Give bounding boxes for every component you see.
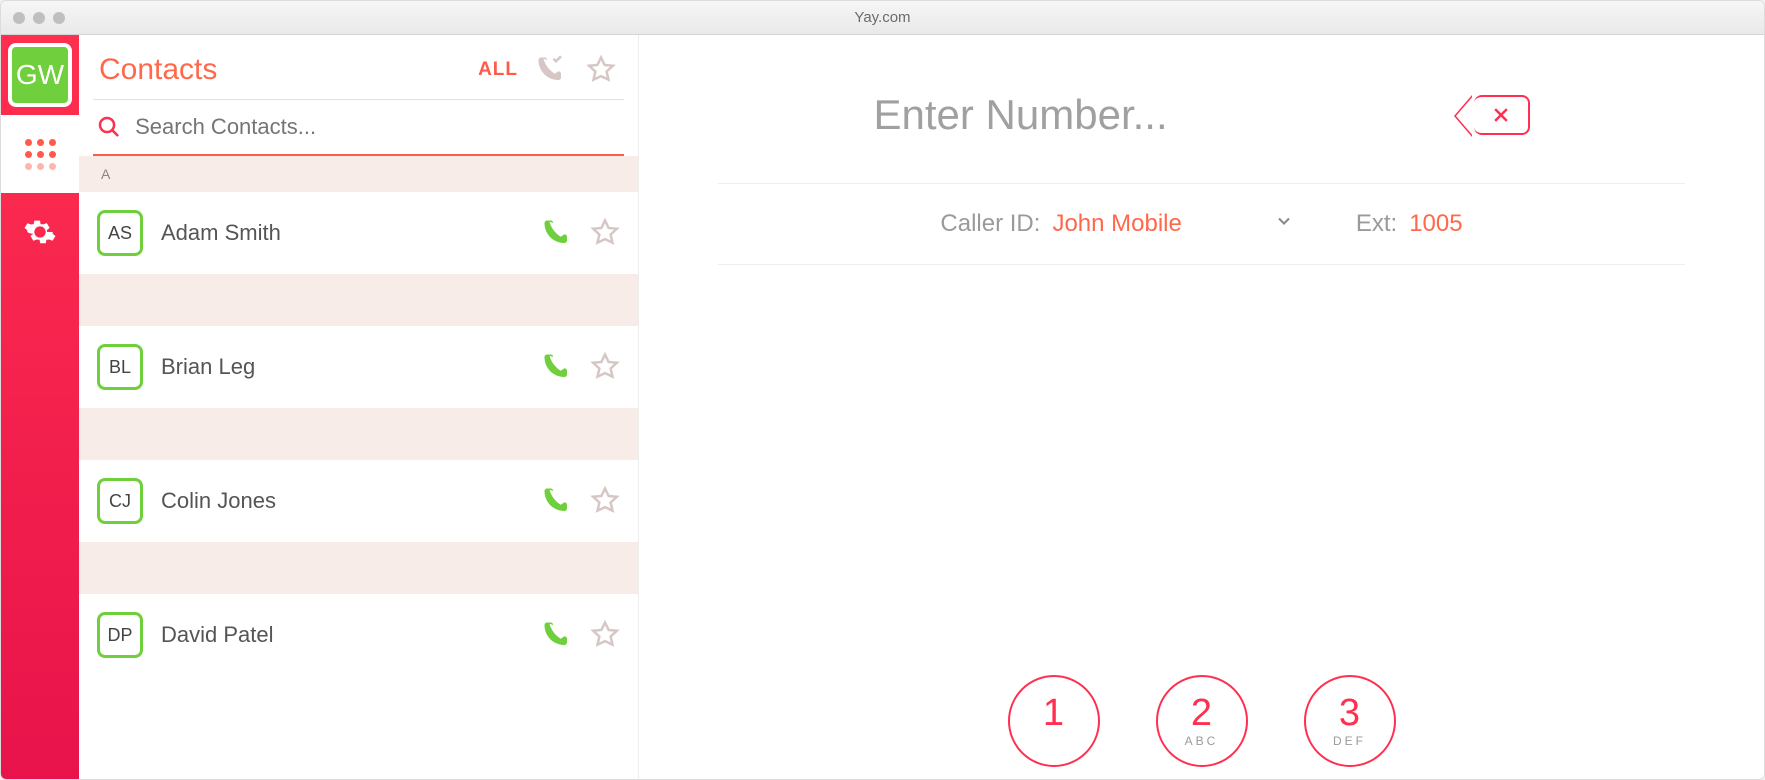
contacts-title: Contacts (99, 53, 217, 87)
gear-icon (23, 215, 57, 249)
contact-row[interactable]: DP David Patel (79, 594, 638, 676)
call-icon[interactable] (542, 486, 572, 516)
contact-initials: BL (97, 344, 143, 390)
call-icon[interactable] (542, 620, 572, 650)
sidebar-nav: GW (1, 35, 79, 779)
call-icon[interactable] (542, 352, 572, 382)
contact-initials: DP (97, 612, 143, 658)
keypad: 1 2ABC 3DEF (1008, 675, 1396, 779)
favorite-icon[interactable] (590, 486, 620, 516)
contact-initials: CJ (97, 478, 143, 524)
contact-row[interactable]: CJ Colin Jones (79, 460, 638, 542)
search-input[interactable] (135, 114, 620, 140)
contact-name: Adam Smith (161, 220, 281, 246)
app-window: Yay.com GW Contacts ALL (0, 0, 1765, 780)
ext-label: Ext: (1356, 210, 1397, 238)
caller-id-value[interactable]: John Mobile (1052, 210, 1181, 238)
key-3[interactable]: 3DEF (1304, 675, 1396, 767)
nav-settings[interactable] (1, 193, 79, 271)
favorite-icon[interactable] (590, 218, 620, 248)
phone-check-icon (536, 55, 566, 85)
filter-favorites[interactable] (584, 53, 618, 87)
dialpad-icon (25, 139, 56, 170)
window-title: Yay.com (1, 9, 1764, 26)
contact-name: Brian Leg (161, 354, 255, 380)
call-icon[interactable] (542, 218, 572, 248)
backspace-button[interactable] (1474, 95, 1530, 135)
caller-id-dropdown[interactable] (1274, 210, 1294, 238)
star-icon (586, 55, 616, 85)
dialer-panel: Caller ID: John Mobile Ext: 1005 1 2ABC … (639, 35, 1764, 779)
titlebar: Yay.com (1, 1, 1764, 35)
key-2[interactable]: 2ABC (1156, 675, 1248, 767)
favorite-icon[interactable] (590, 352, 620, 382)
contacts-panel: Contacts ALL A AS Adam Smit (79, 35, 639, 779)
search-row (79, 100, 638, 154)
ext-value: 1005 (1409, 210, 1462, 238)
caller-id-label: Caller ID: (940, 210, 1040, 238)
close-icon (1491, 105, 1511, 125)
contact-name: David Patel (161, 622, 274, 648)
contact-name: Colin Jones (161, 488, 276, 514)
chevron-down-icon (1274, 211, 1294, 231)
list-gap (79, 408, 638, 460)
caller-id-row: Caller ID: John Mobile Ext: 1005 (940, 210, 1462, 238)
number-input[interactable] (874, 91, 1434, 139)
contact-row[interactable]: BL Brian Leg (79, 326, 638, 408)
key-1[interactable]: 1 (1008, 675, 1100, 767)
section-header: A (79, 156, 638, 192)
user-avatar[interactable]: GW (8, 43, 72, 107)
list-gap (79, 542, 638, 594)
filter-all[interactable]: ALL (478, 59, 518, 81)
contact-list[interactable]: A AS Adam Smith BL Brian Leg (79, 156, 638, 779)
search-icon (97, 114, 121, 140)
nav-dialpad[interactable] (1, 115, 79, 193)
contact-row[interactable]: AS Adam Smith (79, 192, 638, 274)
list-gap (79, 274, 638, 326)
contact-initials: AS (97, 210, 143, 256)
filter-recents[interactable] (534, 53, 568, 87)
favorite-icon[interactable] (590, 620, 620, 650)
